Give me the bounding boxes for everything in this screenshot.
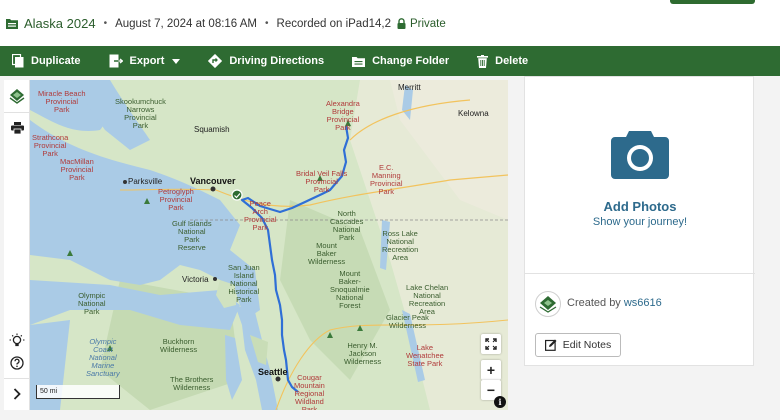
expand-sidebar-button[interactable] xyxy=(4,382,30,406)
help-icon xyxy=(10,356,24,370)
trip-side-panel: Add Photos Show your journey! Created by… xyxy=(524,76,755,366)
privacy-label: Private xyxy=(409,17,446,30)
map-label: Strathcona Provincial Park xyxy=(32,133,69,158)
map-label: Bridal Veil Falls Provincial Park xyxy=(296,169,348,194)
map-label: E.C. Manning Provincial Park xyxy=(370,163,403,196)
info-icon[interactable]: i xyxy=(494,396,506,408)
map-label: Olympic Coast National Marine Sanctuary xyxy=(86,337,120,378)
edit-notes-button[interactable]: Edit Notes xyxy=(535,333,621,357)
zoom-in-button[interactable]: + xyxy=(481,360,501,380)
edit-icon xyxy=(544,339,557,351)
printer-icon xyxy=(10,122,24,134)
map-label: Henry M. Jackson Wilderness xyxy=(344,341,382,366)
folder-icon xyxy=(352,56,366,67)
page-header: Alaska 2024 • August 7, 2024 at 08:16 AM… xyxy=(0,0,780,46)
created-by-label: Created by xyxy=(567,297,621,309)
layers-icon xyxy=(9,89,25,104)
tips-button[interactable] xyxy=(4,329,30,353)
map-label: Kelowna xyxy=(458,109,489,118)
map-label: Buckhorn Wilderness xyxy=(160,337,198,354)
avatar-logo-icon xyxy=(539,296,557,313)
map-label: Victoria xyxy=(182,275,209,284)
map-label: Ross Lake National Recreation Area xyxy=(382,229,419,262)
trip-date: August 7, 2024 at 08:16 AM xyxy=(115,17,258,30)
camera-icon[interactable] xyxy=(611,127,669,184)
map-label: Glacier Peak Wilderness xyxy=(386,313,429,330)
created-by: Created by ws6616 xyxy=(567,297,662,309)
map-label: Seattle xyxy=(258,367,288,377)
map-label: Vancouver xyxy=(190,176,236,186)
duplicate-label: Duplicate xyxy=(31,55,81,67)
map-label: Mount Baker- Snoqualmie National Forest xyxy=(330,269,370,310)
trip-title[interactable]: Alaska 2024 xyxy=(24,16,96,31)
divider xyxy=(4,378,30,379)
recorded-device: Recorded on iPad14,2 xyxy=(276,17,391,30)
export-label: Export xyxy=(129,55,165,67)
delete-label: Delete xyxy=(495,55,529,67)
map-label: Peace Arch Provincial Park xyxy=(244,199,277,232)
trip-map[interactable]: Miracle Beach Provincial Park Skookumchu… xyxy=(30,80,508,410)
map-label: Miracle Beach Provincial Park xyxy=(38,89,86,114)
chevron-down-icon xyxy=(172,58,181,64)
duplicate-icon xyxy=(12,54,24,68)
map-label: Alexandra Bridge Provincial Park xyxy=(326,99,360,132)
map-label: Skookumchuck Narrows Provincial Park xyxy=(115,97,166,130)
map-label: Olympic National Park xyxy=(78,291,106,316)
change-folder-label: Change Folder xyxy=(372,55,450,67)
map-label: North Cascades National Park xyxy=(330,209,364,242)
map-sidebar xyxy=(4,80,30,410)
trash-icon xyxy=(477,54,489,68)
map-label: Merritt xyxy=(398,83,421,92)
map-label: Petroglyph Provincial Park xyxy=(158,187,194,212)
separator: • xyxy=(265,18,269,29)
add-photos-link[interactable]: Add Photos xyxy=(525,199,755,214)
separator: • xyxy=(103,18,108,29)
divider xyxy=(525,273,755,274)
map-label: Parksville xyxy=(128,177,163,186)
trip-meta: Alaska 2024 • August 7, 2024 at 08:16 AM… xyxy=(6,16,446,31)
lock-icon xyxy=(397,18,406,29)
map-label: Gulf Islands National Park Reserve xyxy=(172,219,212,252)
creator-username[interactable]: ws6616 xyxy=(624,297,662,309)
directions-icon xyxy=(208,54,223,68)
map-label: San Juan Island National Historical Park xyxy=(228,263,260,304)
fullscreen-icon xyxy=(485,338,497,350)
privacy-status[interactable]: Private xyxy=(397,18,446,30)
show-journey-text: Show your journey! xyxy=(592,216,688,228)
action-toolbar: Duplicate Export Driving Directions Chan… xyxy=(0,46,780,76)
map-scale: 50 mi xyxy=(36,385,120,399)
print-button[interactable] xyxy=(4,116,30,140)
export-icon xyxy=(109,54,123,68)
edit-notes-label: Edit Notes xyxy=(562,339,612,351)
help-button[interactable] xyxy=(4,351,30,375)
delete-button[interactable]: Delete xyxy=(477,54,529,68)
export-button[interactable]: Export xyxy=(109,54,181,68)
map-label: The Brothers Wilderness xyxy=(170,375,214,392)
map-label: Mount Baker Wilderness xyxy=(308,241,346,266)
folder-icon xyxy=(6,18,18,29)
duplicate-button[interactable]: Duplicate xyxy=(12,54,81,68)
primary-action-edge[interactable] xyxy=(670,0,755,4)
map-label: Lake Chelan National Recreation Area xyxy=(406,283,449,316)
lightbulb-icon xyxy=(9,333,25,347)
change-folder-button[interactable]: Change Folder xyxy=(352,55,449,67)
map-label: Squamish xyxy=(194,125,230,134)
fullscreen-button[interactable] xyxy=(481,334,501,354)
driving-directions-label: Driving Directions xyxy=(229,55,325,67)
map-label: Cougar Mountain Regional Wildland Park xyxy=(294,373,325,411)
map-label: Lake Wenatchee State Park xyxy=(406,343,444,368)
map-label: MacMillan Provincial Park xyxy=(60,157,94,182)
avatar[interactable] xyxy=(535,291,561,317)
map-layers-button[interactable] xyxy=(4,84,30,108)
chevron-right-icon xyxy=(13,388,21,400)
driving-directions-button[interactable]: Driving Directions xyxy=(208,54,324,68)
divider xyxy=(4,112,30,113)
